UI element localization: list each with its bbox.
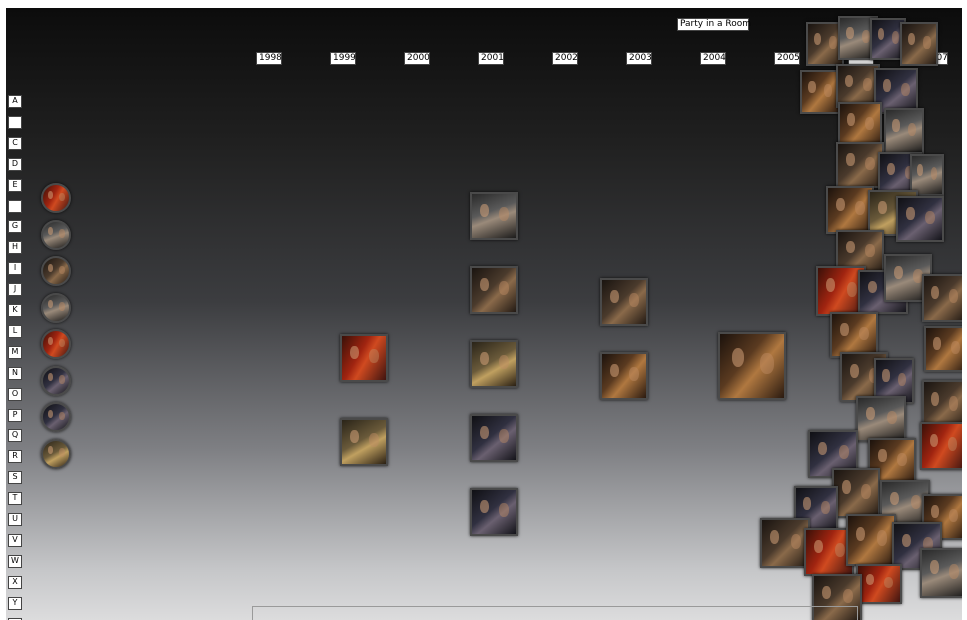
photo-thumbnail[interactable] xyxy=(470,414,518,462)
letter-index-item[interactable]: U xyxy=(8,513,22,526)
letter-index-item[interactable]: P xyxy=(8,408,22,422)
photo-thumbnail[interactable] xyxy=(826,186,874,234)
horizontal-scrollbar[interactable] xyxy=(252,606,858,620)
year-label[interactable]: 2004 xyxy=(700,52,726,65)
year-label[interactable]: 1998 xyxy=(256,52,282,65)
photo-thumbnail[interactable] xyxy=(760,518,810,568)
person-avatar[interactable] xyxy=(41,183,71,213)
letter-index-item[interactable]: H xyxy=(8,241,22,255)
person-avatar[interactable] xyxy=(41,438,71,469)
photo-thumbnail[interactable] xyxy=(920,422,962,470)
photo-thumbnail[interactable] xyxy=(718,332,786,400)
letter-index-item[interactable]: D xyxy=(8,157,22,171)
letter-index-item[interactable]: Q xyxy=(8,429,22,443)
photo-thumbnail[interactable] xyxy=(470,192,518,240)
person-avatar[interactable] xyxy=(41,256,71,286)
person-avatar[interactable] xyxy=(41,219,71,250)
photo-thumbnail[interactable] xyxy=(856,396,906,442)
year-label[interactable]: 1999 xyxy=(330,52,356,65)
photo-thumbnail[interactable] xyxy=(470,340,518,388)
photo-thumbnail[interactable] xyxy=(896,196,944,242)
photo-thumbnail[interactable] xyxy=(846,514,896,566)
photo-thumbnail[interactable] xyxy=(832,468,880,518)
letter-index-item[interactable] xyxy=(8,199,22,213)
photo-thumbnail[interactable] xyxy=(340,418,388,466)
letter-index-item[interactable] xyxy=(8,115,22,129)
year-label[interactable]: 2002 xyxy=(552,52,578,65)
timeline-stage[interactable]: Party in a Room 1998 1999 2000 2001 2002 2003… xyxy=(6,8,962,620)
year-label[interactable]: 2001 xyxy=(478,52,504,65)
letter-index-item[interactable]: O xyxy=(8,387,22,401)
letter-index-item[interactable]: L xyxy=(8,324,22,338)
letter-index-item[interactable]: M xyxy=(8,345,22,359)
letter-index-item[interactable]: C xyxy=(8,136,22,150)
person-avatar[interactable] xyxy=(41,292,71,323)
letter-index-item[interactable]: S xyxy=(8,471,22,485)
year-label[interactable]: 2003 xyxy=(626,52,652,65)
person-avatar[interactable] xyxy=(41,365,71,396)
letter-index-item[interactable]: E xyxy=(8,178,22,192)
collection-title: Party in a Room xyxy=(677,18,751,31)
photo-thumbnail[interactable] xyxy=(600,278,648,326)
photo-thumbnail[interactable] xyxy=(470,266,518,314)
photo-thumbnail[interactable] xyxy=(800,70,840,114)
photo-thumbnail[interactable] xyxy=(922,274,962,322)
photo-thumbnail[interactable] xyxy=(900,22,938,66)
letter-index-item[interactable]: K xyxy=(8,304,22,317)
letter-index-item[interactable]: X xyxy=(8,575,22,589)
letter-index-item[interactable]: V xyxy=(8,533,22,547)
photo-thumbnail[interactable] xyxy=(884,108,924,154)
letter-index-item[interactable]: I xyxy=(8,262,22,276)
person-avatar[interactable] xyxy=(41,402,71,432)
letter-index-item[interactable]: Y xyxy=(8,596,22,610)
photo-thumbnail[interactable] xyxy=(470,488,518,536)
letter-index-item[interactable]: A xyxy=(8,95,22,108)
photo-thumbnail[interactable] xyxy=(836,142,884,188)
photo-thumbnail[interactable] xyxy=(856,564,902,604)
photo-thumbnail[interactable] xyxy=(340,334,388,382)
letter-index-item[interactable]: W xyxy=(8,554,22,568)
photo-thumbnail[interactable] xyxy=(600,352,648,400)
photo-thumbnail[interactable] xyxy=(920,548,962,598)
letter-index-item[interactable]: J xyxy=(8,283,22,297)
photo-thumbnail[interactable] xyxy=(924,326,962,372)
person-avatar[interactable] xyxy=(41,329,71,359)
letter-index-item[interactable]: R xyxy=(8,450,22,464)
letter-index-item[interactable]: G xyxy=(8,220,22,234)
year-label[interactable]: 2005 xyxy=(774,52,800,65)
letter-index-item[interactable]: T xyxy=(8,492,22,506)
letter-index-item[interactable]: N xyxy=(8,366,22,380)
year-label[interactable]: 2000 xyxy=(404,52,430,65)
